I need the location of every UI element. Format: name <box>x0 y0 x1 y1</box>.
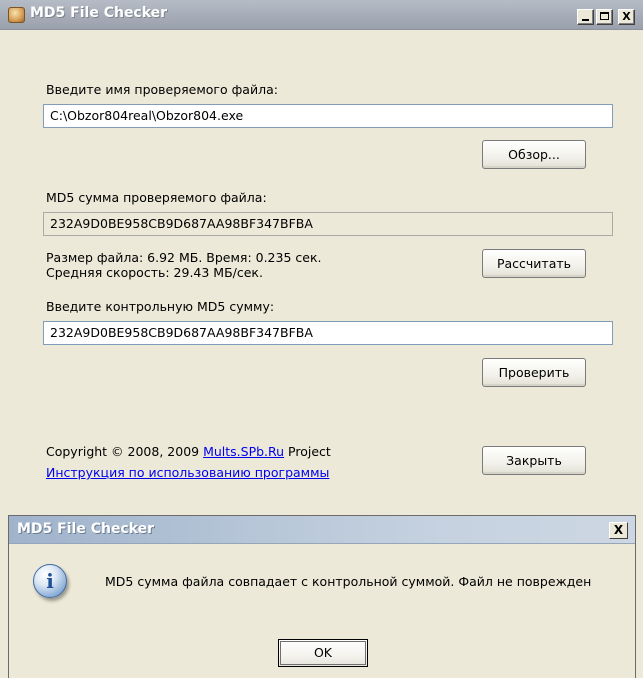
verify-button[interactable]: Проверить <box>482 358 586 387</box>
copyright-text: Copyright © 2008, 2009 Mults.SPb.Ru Proj… <box>46 444 331 459</box>
main-window-title: MD5 File Checker <box>30 5 168 21</box>
close-icon: X <box>622 10 631 23</box>
close-icon: X <box>613 523 624 537</box>
copyright-prefix: Copyright © 2008, 2009 <box>46 444 204 459</box>
minimize-button[interactable] <box>577 9 594 25</box>
close-window-button[interactable]: X <box>618 9 635 25</box>
copyright-suffix: Project <box>284 444 331 459</box>
message-text: MD5 сумма файла совпадает с контрольной … <box>105 574 592 589</box>
info-icon: i <box>33 564 67 598</box>
ok-button[interactable]: OK <box>278 639 368 667</box>
md5-label: MD5 сумма проверяемого файла: <box>46 190 267 205</box>
website-link[interactable]: Mults.SPb.Ru <box>203 444 284 459</box>
file-path-input[interactable]: C:\Obzor804real\Obzor804.exe <box>43 104 613 128</box>
maximize-icon <box>600 12 609 20</box>
main-title-bar[interactable]: MD5 File Checker X <box>0 0 643 30</box>
message-close-button[interactable]: X <box>609 522 628 539</box>
message-dialog: MD5 File Checker X i MD5 сумма файла сов… <box>8 515 636 678</box>
control-md5-label: Введите контрольную MD5 сумму: <box>46 299 275 314</box>
control-md5-input[interactable]: 232A9D0BE958CB9D687AA98BF347BFBA <box>43 321 613 345</box>
calculate-button[interactable]: Рассчитать <box>482 249 586 278</box>
instructions-link[interactable]: Инструкция по использованию программы <box>46 465 329 480</box>
file-name-label: Введите имя проверяемого файла: <box>46 82 278 97</box>
maximize-button[interactable] <box>596 9 613 25</box>
app-icon <box>8 7 25 23</box>
size-time-text: Размер файла: 6.92 МБ. Время: 0.235 сек. <box>46 250 322 265</box>
close-button[interactable]: Закрыть <box>482 446 586 475</box>
message-title: MD5 File Checker <box>17 521 155 537</box>
message-title-bar[interactable]: MD5 File Checker X <box>9 516 635 544</box>
minimize-icon <box>582 19 589 21</box>
md5-result-field[interactable]: 232A9D0BE958CB9D687AA98BF347BFBA <box>43 212 613 236</box>
browse-button[interactable]: Обзор... <box>482 140 586 169</box>
speed-text: Средняя скорость: 29.43 МБ/сек. <box>46 265 263 280</box>
